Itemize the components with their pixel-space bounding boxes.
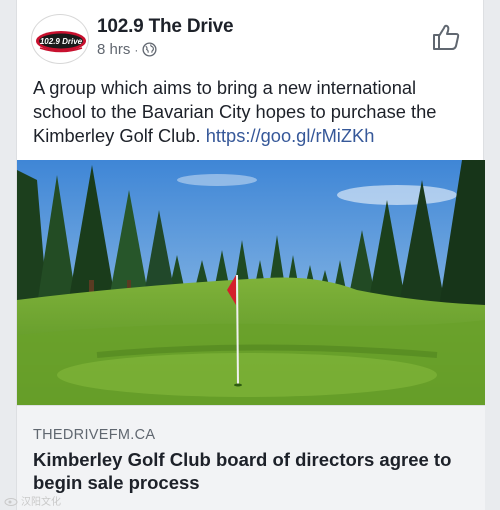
meta-separator: · — [134, 42, 139, 57]
link-preview-image[interactable] — [17, 160, 485, 405]
post-message: A group which aims to bring a new intern… — [33, 76, 473, 148]
post-header: 102.9 Drive 102.9 The Drive 8 hrs · — [17, 12, 483, 64]
post-meta: 8 hrs · — [97, 41, 157, 58]
watermark-text: 汉阳文化 — [21, 497, 61, 508]
like-button[interactable] — [431, 22, 461, 52]
post-card: 102.9 Drive 102.9 The Drive 8 hrs · A gr… — [16, 0, 485, 510]
link-title[interactable]: Kimberley Golf Club board of directors a… — [33, 448, 473, 494]
watermark: 汉阳文化 — [4, 493, 61, 508]
svg-text:102.9 Drive: 102.9 Drive — [40, 37, 83, 46]
globe-icon — [142, 42, 157, 57]
station-logo: 102.9 Drive — [36, 31, 86, 53]
thumbs-up-icon — [433, 24, 460, 50]
page-avatar[interactable]: 102.9 Drive — [31, 14, 89, 64]
link-preview-caption[interactable]: THEDRIVEFM.CA Kimberley Golf Club board … — [17, 405, 485, 510]
weibo-icon — [4, 497, 18, 506]
page-name[interactable]: 102.9 The Drive — [97, 16, 234, 38]
post-link[interactable]: https://goo.gl/rMiZKh — [206, 125, 375, 146]
golf-course-photo — [17, 160, 485, 405]
link-domain: THEDRIVEFM.CA — [33, 427, 156, 443]
post-time[interactable]: 8 hrs — [97, 41, 130, 58]
